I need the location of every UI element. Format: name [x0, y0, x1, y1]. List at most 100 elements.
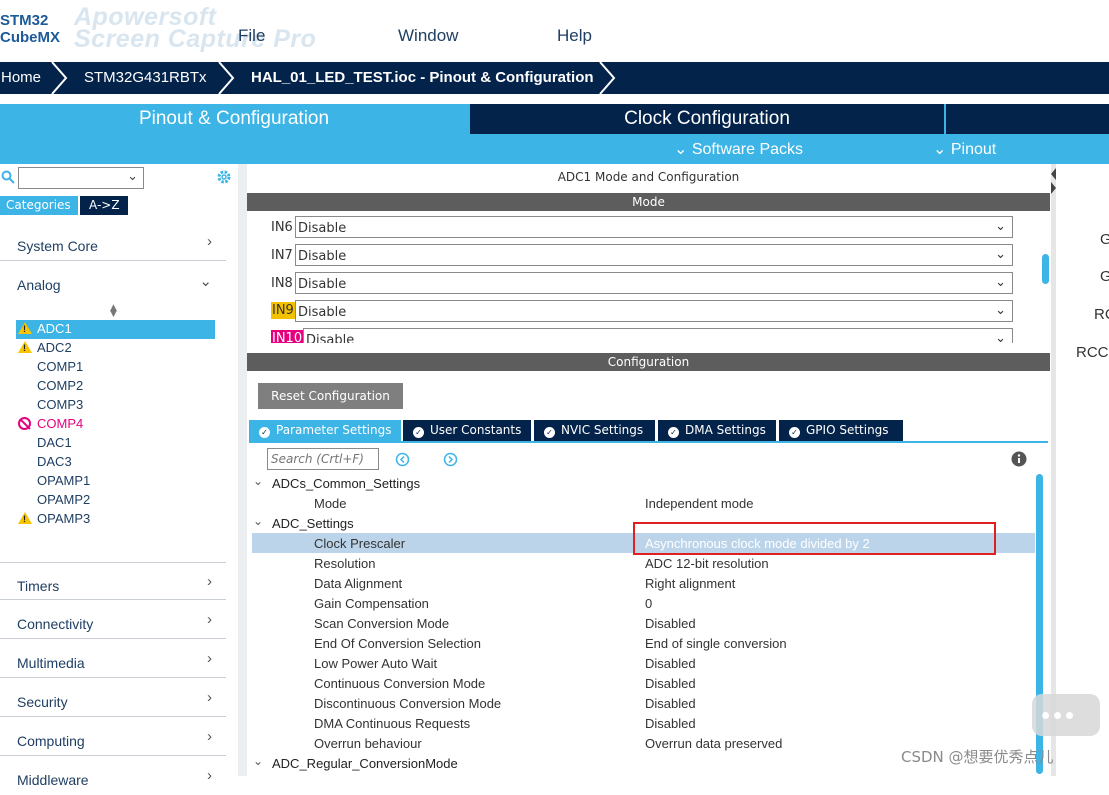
mode-scrollbar-thumb[interactable]	[1042, 254, 1049, 284]
pin-label[interactable]: RCC	[1076, 344, 1109, 361]
category-security[interactable]: Security ›	[0, 679, 226, 717]
analog-item-comp3[interactable]: COMP3	[16, 396, 215, 415]
category-timers[interactable]: Timers ›	[0, 562, 226, 600]
category-label: Computing	[17, 733, 85, 749]
parameter-tree: ⌄ ADCs_Common_Settings Mode Independent mo…	[247, 473, 1037, 776]
analog-item-dac1[interactable]: DAC1	[16, 434, 215, 453]
software-packs-menu[interactable]: ⌄ Software Packs	[674, 139, 803, 159]
tab-pinout-configuration[interactable]: Pinout & Configuration	[0, 104, 468, 134]
warning-icon: !	[18, 341, 32, 353]
pinout-label: Pinout	[950, 141, 997, 158]
param-row-data-alignment[interactable]: Data Alignment Right alignment	[247, 573, 1037, 593]
pin-label[interactable]: RC	[1094, 306, 1109, 323]
param-key: DMA Continuous Requests	[314, 716, 471, 731]
mode-scrollbar[interactable]	[1042, 216, 1050, 343]
group-adc-regular-conversionmode[interactable]: ⌄ ADC_Regular_ConversionMode	[253, 753, 553, 773]
category-computing[interactable]: Computing ›	[0, 718, 226, 756]
tab-label: NVIC Settings	[561, 423, 644, 437]
param-row-discontinuous-conversion[interactable]: Discontinuous Conversion Mode Disabled	[247, 693, 1037, 713]
analog-item-adc2[interactable]: ! ADC2	[16, 339, 215, 358]
previous-result-icon[interactable]	[395, 452, 410, 467]
tab-project-manager[interactable]	[946, 104, 1109, 134]
menu-help[interactable]: Help	[557, 26, 592, 46]
category-middleware[interactable]: Middleware ›	[0, 757, 226, 795]
analog-item-opamp2[interactable]: OPAMP2	[16, 491, 215, 510]
item-label: DAC1	[37, 435, 72, 450]
info-icon[interactable]	[1011, 451, 1027, 467]
param-value: Right alignment	[645, 576, 736, 591]
category-system-core[interactable]: System Core ›	[0, 223, 226, 261]
analog-item-comp1[interactable]: COMP1	[16, 358, 215, 377]
tab-parameter-settings[interactable]: ✓ Parameter Settings	[249, 420, 401, 441]
pin-label: IN7	[271, 248, 293, 263]
param-row-mode[interactable]: Mode Independent mode	[247, 493, 1037, 513]
param-row-end-of-conversion[interactable]: End Of Conversion Selection End of single…	[247, 633, 1037, 653]
param-key: Continuous Conversion Mode	[314, 676, 486, 691]
param-row-scan-conversion-mode[interactable]: Scan Conversion Mode Disabled	[247, 613, 1037, 633]
mode-select[interactable]: Disable ⌄	[295, 300, 1013, 322]
check-icon: ✓	[413, 427, 424, 438]
pin-label: IN10	[271, 330, 304, 343]
reset-configuration-button[interactable]: Reset Configuration	[258, 383, 403, 409]
adc1-configuration-panel: ADC1 Mode and Configuration Mode IN6 Dis…	[247, 164, 1051, 776]
category-label: Multimedia	[17, 655, 85, 671]
tab-user-constants[interactable]: ✓ User Constants	[403, 420, 531, 441]
tab-nvic-settings[interactable]: ✓ NVIC Settings	[534, 420, 655, 441]
analog-item-adc1[interactable]: ! ADC1	[16, 320, 215, 339]
analog-item-opamp3[interactable]: ! OPAMP3	[16, 510, 215, 529]
category-analog[interactable]: Analog ⌄	[0, 262, 226, 300]
breadcrumb-separator-icon	[51, 62, 68, 94]
mode-select[interactable]: Disable ⌄	[303, 328, 1013, 343]
analog-item-dac3[interactable]: DAC3	[16, 453, 215, 472]
group-adcs-common-settings[interactable]: ⌄ ADCs_Common_Settings	[253, 473, 553, 493]
menu-file[interactable]: File	[238, 26, 265, 46]
sort-icon[interactable]: ▲ ▼	[110, 304, 117, 319]
group-label: ADC_Regular_ConversionMode	[272, 756, 458, 771]
tab-categories[interactable]: Categories	[0, 196, 78, 215]
app-logo: STM32 CubeMX	[0, 12, 62, 58]
param-row-resolution[interactable]: Resolution ADC 12-bit resolution	[247, 553, 1037, 573]
pinout-menu[interactable]: ⌄ Pinout	[933, 139, 996, 159]
category-connectivity[interactable]: Connectivity ›	[0, 601, 226, 639]
item-label: ADC2	[37, 340, 72, 355]
param-row-continuous-conversion[interactable]: Continuous Conversion Mode Disabled	[247, 673, 1037, 693]
parameter-search-input[interactable]	[267, 448, 379, 470]
mode-select[interactable]: Disable ⌄	[295, 216, 1013, 238]
pin-label[interactable]: G	[1100, 268, 1109, 285]
breadcrumb-project[interactable]: HAL_01_LED_TEST.ioc - Pinout & Configura…	[251, 69, 594, 86]
tab-clock-configuration[interactable]: Clock Configuration	[470, 104, 944, 134]
tab-gpio-settings[interactable]: ✓ GPIO Settings	[779, 420, 903, 441]
panel-splitter[interactable]	[238, 164, 247, 776]
tab-dma-settings[interactable]: ✓ DMA Settings	[658, 420, 776, 441]
param-value: Disabled	[645, 676, 696, 691]
param-row-gain-compensation[interactable]: Gain Compensation 0	[247, 593, 1037, 613]
breadcrumb-home[interactable]: Home	[1, 69, 41, 86]
pin-label[interactable]: G	[1100, 231, 1109, 248]
param-key: Overrun behaviour	[314, 736, 422, 751]
mode-row-in10: IN10 Disable ⌄	[271, 328, 1013, 343]
pin-label: IN8	[271, 276, 293, 291]
title-bar: STM32 CubeMX Apowersoft Screen Capture P…	[0, 0, 1109, 62]
analog-item-comp4[interactable]: COMP4	[16, 415, 215, 434]
next-result-icon[interactable]	[443, 452, 458, 467]
gear-icon[interactable]	[216, 169, 232, 185]
param-row-dma-continuous-requests[interactable]: DMA Continuous Requests Disabled	[247, 713, 1037, 733]
param-value: Overrun data preserved	[645, 736, 783, 751]
category-multimedia[interactable]: Multimedia ›	[0, 640, 226, 678]
analog-item-opamp1[interactable]: OPAMP1	[16, 472, 215, 491]
menu-window[interactable]: Window	[398, 26, 458, 46]
param-row-low-power-auto-wait[interactable]: Low Power Auto Wait Disabled	[247, 653, 1037, 673]
param-value: Disabled	[645, 696, 696, 711]
param-key: Mode	[314, 496, 347, 511]
category-search-field[interactable]: ⌄	[18, 167, 144, 189]
group-adc-settings[interactable]: ⌄ ADC_Settings	[253, 513, 553, 533]
tab-a-z[interactable]: A->Z	[80, 196, 128, 215]
chat-bubble-icon	[1032, 694, 1100, 736]
watermark-line2: Screen Capture Pro	[74, 25, 317, 53]
mode-select[interactable]: Disable ⌄	[295, 244, 1013, 266]
select-value: Disable	[306, 333, 355, 343]
mode-select[interactable]: Disable ⌄	[295, 272, 1013, 294]
analog-item-comp2[interactable]: COMP2	[16, 377, 215, 396]
breadcrumb-device[interactable]: STM32G431RBTx	[84, 69, 207, 86]
breadcrumb-separator-icon	[218, 62, 235, 94]
